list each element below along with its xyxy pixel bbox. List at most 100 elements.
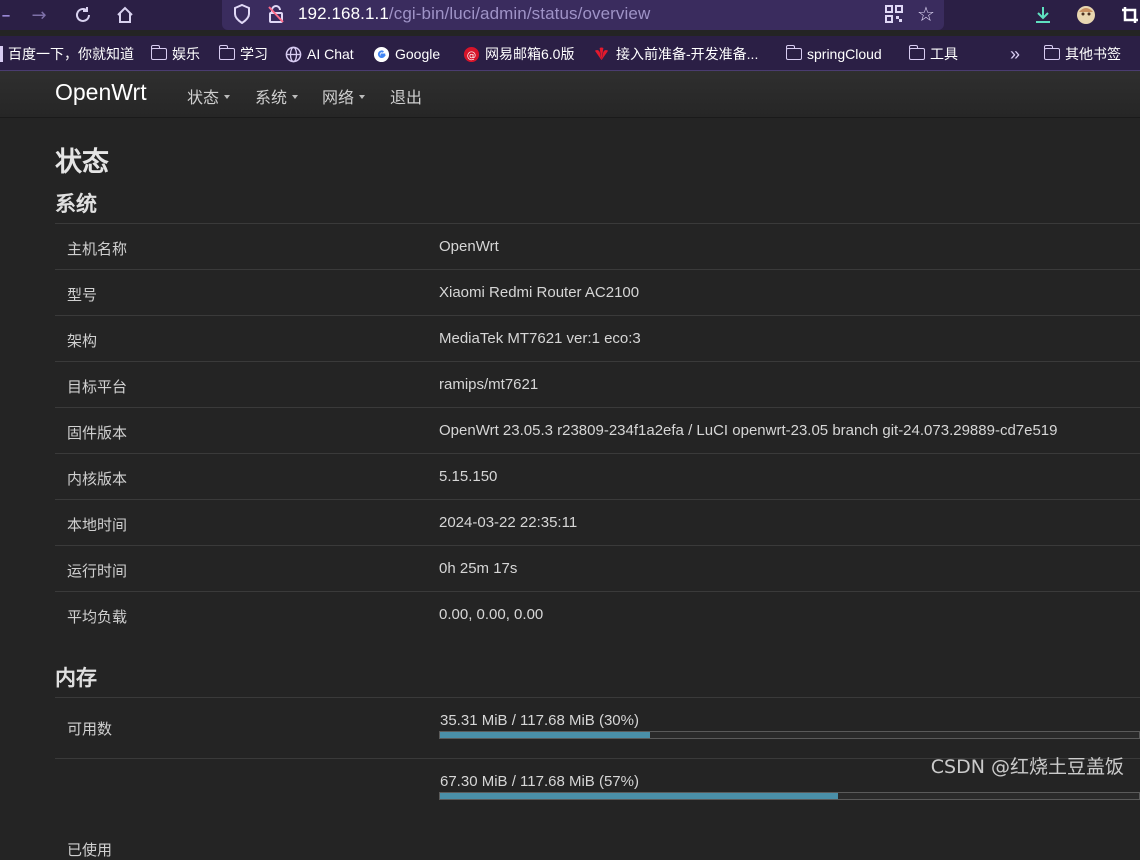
bookmark-baidu[interactable]: 百度一下，你就知道 — [0, 44, 134, 64]
bookmark-label: 工具 — [930, 46, 958, 62]
forward-icon[interactable]: → — [27, 3, 51, 27]
bookmark-folder-springcloud[interactable]: springCloud — [785, 44, 882, 64]
address-bar[interactable]: 192.168.1.1/cgi-bin/luci/admin/status/ov… — [222, 0, 944, 30]
row-value: OpenWrt — [439, 238, 499, 255]
bookmarks-overflow-button[interactable]: » — [1010, 44, 1020, 64]
svg-text:@: @ — [467, 50, 476, 61]
chevron-double-right-icon: » — [1010, 43, 1021, 64]
download-icon[interactable] — [1031, 3, 1055, 27]
menu-label: 网络 — [322, 88, 355, 107]
bookmarks-bar: 百度一下，你就知道 娱乐 学习 AI Chat Google @ 网易邮箱6.0… — [0, 36, 1140, 71]
row-value: 0h 25m 17s — [439, 560, 518, 577]
table-row: 本地时间 2024-03-22 22:35:11 — [55, 499, 1140, 545]
bookmark-icon — [0, 46, 3, 62]
row-key: 本地时间 — [67, 516, 128, 534]
row-key: 型号 — [67, 286, 98, 304]
google-icon — [373, 46, 390, 62]
bookmark-netease-mail[interactable]: @ 网易邮箱6.0版 — [463, 44, 574, 64]
bookmark-folder-study[interactable]: 学习 — [218, 44, 268, 64]
row-key: 内核版本 — [67, 470, 128, 488]
huawei-icon — [594, 46, 609, 60]
table-row: 架构 MediaTek MT7621 ver:1 eco:3 — [55, 315, 1140, 361]
menu-status[interactable]: 状态 — [187, 84, 231, 108]
table-row: 平均负载 0.00, 0.00, 0.00 — [55, 591, 1140, 637]
browser-toolbar: – → 192.168.1.1/cgi-bin/luci/admin/statu… — [0, 0, 1140, 30]
menu-label: 系统 — [255, 88, 288, 107]
bookmark-folder-other[interactable]: 其他书签 — [1043, 44, 1121, 64]
section-title-system: 系统 — [55, 192, 97, 216]
table-row: 主机名称 OpenWrt — [55, 223, 1140, 269]
row-value: ramips/mt7621 — [439, 376, 539, 393]
luci-header: OpenWrt 状态 系统 网络 退出 — [0, 71, 1140, 118]
folder-icon — [150, 45, 167, 60]
folder-icon — [785, 45, 802, 60]
crop-icon[interactable] — [1118, 3, 1140, 27]
row-key: 固件版本 — [67, 424, 128, 442]
folder-icon — [218, 45, 235, 60]
bookmark-google[interactable]: Google — [373, 44, 440, 64]
row-value: MediaTek MT7621 ver:1 eco:3 — [439, 330, 641, 347]
table-row: 内核版本 5.15.150 — [55, 453, 1140, 499]
section-title-memory: 内存 — [55, 666, 97, 690]
progress-fill — [440, 793, 839, 799]
progress-fill — [440, 732, 650, 738]
page-title: 状态 — [55, 147, 109, 178]
globe-icon — [285, 46, 302, 62]
progress-bar — [439, 792, 1140, 800]
profile-avatar-icon[interactable] — [1074, 3, 1098, 27]
table-row: 目标平台 ramips/mt7621 — [55, 361, 1140, 407]
menu-system[interactable]: 系统 — [255, 84, 299, 108]
home-icon[interactable] — [113, 3, 137, 27]
row-value: 5.15.150 — [439, 468, 498, 485]
bookmark-ai-chat[interactable]: AI Chat — [285, 44, 354, 64]
caret-down-icon — [224, 95, 231, 99]
bookmark-folder-tools[interactable]: 工具 — [908, 44, 958, 64]
bookmark-label: 网易邮箱6.0版 — [485, 46, 575, 62]
bookmark-label: AI Chat — [307, 46, 354, 62]
bookmark-label: 其他书签 — [1065, 46, 1121, 62]
row-key: 平均负载 — [67, 608, 128, 626]
menu-logout[interactable]: 退出 — [390, 84, 422, 108]
reload-icon[interactable] — [71, 3, 95, 27]
brand-logo[interactable]: OpenWrt — [55, 79, 147, 106]
bookmark-folder-entertainment[interactable]: 娱乐 — [150, 44, 200, 64]
row-key: 主机名称 — [67, 240, 128, 258]
row-value: 0.00, 0.00, 0.00 — [439, 606, 544, 623]
progress-bar — [439, 731, 1140, 739]
progress-label: 35.31 MiB / 117.68 MiB (30%) — [440, 712, 639, 729]
row-key: 目标平台 — [67, 378, 128, 396]
row-key: 架构 — [67, 332, 98, 350]
table-row: 运行时间 0h 25m 17s — [55, 545, 1140, 591]
bookmark-label: Google — [395, 46, 441, 62]
netease-icon: @ — [463, 46, 480, 62]
progress-label: 67.30 MiB / 117.68 MiB (57%) — [440, 773, 639, 790]
row-key: 运行时间 — [67, 562, 128, 580]
bookmark-label: 百度一下，你就知道 — [8, 46, 134, 62]
row-value: OpenWrt 23.05.3 r23809-234f1a2efa / LuCI… — [439, 422, 1058, 439]
caret-down-icon — [292, 95, 299, 99]
bookmark-label: 学习 — [240, 46, 268, 62]
bookmark-label: 接入前准备-开发准备... — [616, 46, 759, 62]
insecure-lock-icon[interactable] — [264, 2, 288, 26]
table-row: 固件版本 OpenWrt 23.05.3 r23809-234f1a2efa / … — [55, 407, 1140, 453]
folder-icon — [1043, 45, 1060, 60]
csdn-watermark: CSDN @红烧土豆盖饭 — [930, 756, 1124, 778]
system-table: 主机名称 OpenWrt 型号 Xiaomi Redmi Router AC2100… — [55, 223, 1140, 637]
url-text[interactable]: 192.168.1.1/cgi-bin/luci/admin/status/ov… — [298, 4, 650, 24]
url-path: /cgi-bin/luci/admin/status/overview — [388, 4, 651, 23]
bookmark-label: springCloud — [807, 46, 882, 62]
star-icon[interactable]: ☆ — [914, 2, 938, 26]
back-icon[interactable]: – — [0, 3, 18, 27]
shield-icon[interactable] — [230, 2, 254, 26]
menu-network[interactable]: 网络 — [322, 84, 366, 108]
qr-code-icon[interactable] — [882, 2, 906, 26]
menu-label: 状态 — [187, 88, 220, 107]
menu-label: 退出 — [390, 88, 423, 107]
table-row: 型号 Xiaomi Redmi Router AC2100 — [55, 269, 1140, 315]
bookmark-label: 娱乐 — [172, 46, 200, 62]
folder-icon — [908, 45, 925, 60]
bookmark-huawei-dev[interactable]: 接入前准备-开发准备... — [592, 44, 758, 64]
row-key: 已使用 — [67, 841, 113, 859]
row-value: Xiaomi Redmi Router AC2100 — [439, 284, 640, 301]
url-host: 192.168.1.1 — [298, 4, 389, 23]
